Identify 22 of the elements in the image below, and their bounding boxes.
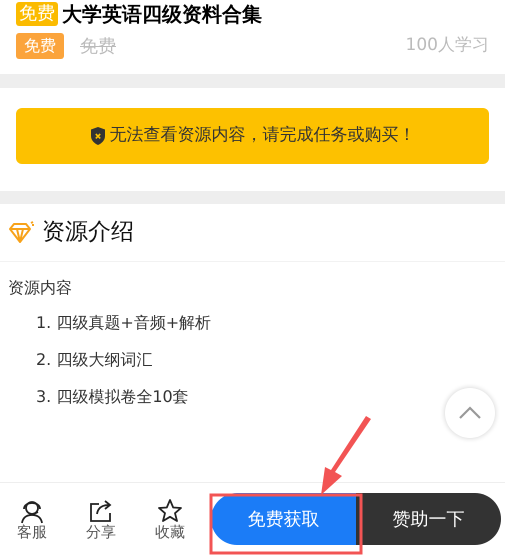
resource-title: 大学英语四级资料合集 (62, 1, 262, 28)
section-heading: 资源介绍 (42, 218, 134, 248)
notice-text: 无法查看资源内容，请完成任务或购买！ (110, 124, 416, 148)
shield-icon (90, 126, 106, 146)
intro-label: 资源内容 (8, 277, 73, 299)
toolbar-button[interactable]: 客服 (2, 498, 62, 540)
learner-count: 100人学习 (406, 34, 489, 58)
diamond-icon (8, 220, 34, 244)
original-price: 免费 (80, 34, 116, 58)
toolbar-button[interactable]: 收藏 (140, 498, 200, 540)
chevron-up-icon (458, 406, 482, 420)
scroll-top-button[interactable] (445, 388, 495, 438)
get-free-button[interactable]: 免费获取 (211, 493, 356, 545)
sponsor-button[interactable]: 赞助一下 (356, 493, 501, 545)
share-icon (88, 498, 114, 524)
toolbar-button[interactable]: 分享 (71, 498, 131, 540)
free-tag: 免费 (16, 2, 58, 26)
content-list-item: 1. 四级真题+音频+解析 (36, 312, 212, 334)
star-icon (157, 498, 183, 524)
price-tag: 免费 (16, 33, 64, 59)
content-list-item: 2. 四级大纲词汇 (36, 349, 152, 371)
content-list-item: 3. 四级模拟卷全10套 (36, 386, 189, 408)
